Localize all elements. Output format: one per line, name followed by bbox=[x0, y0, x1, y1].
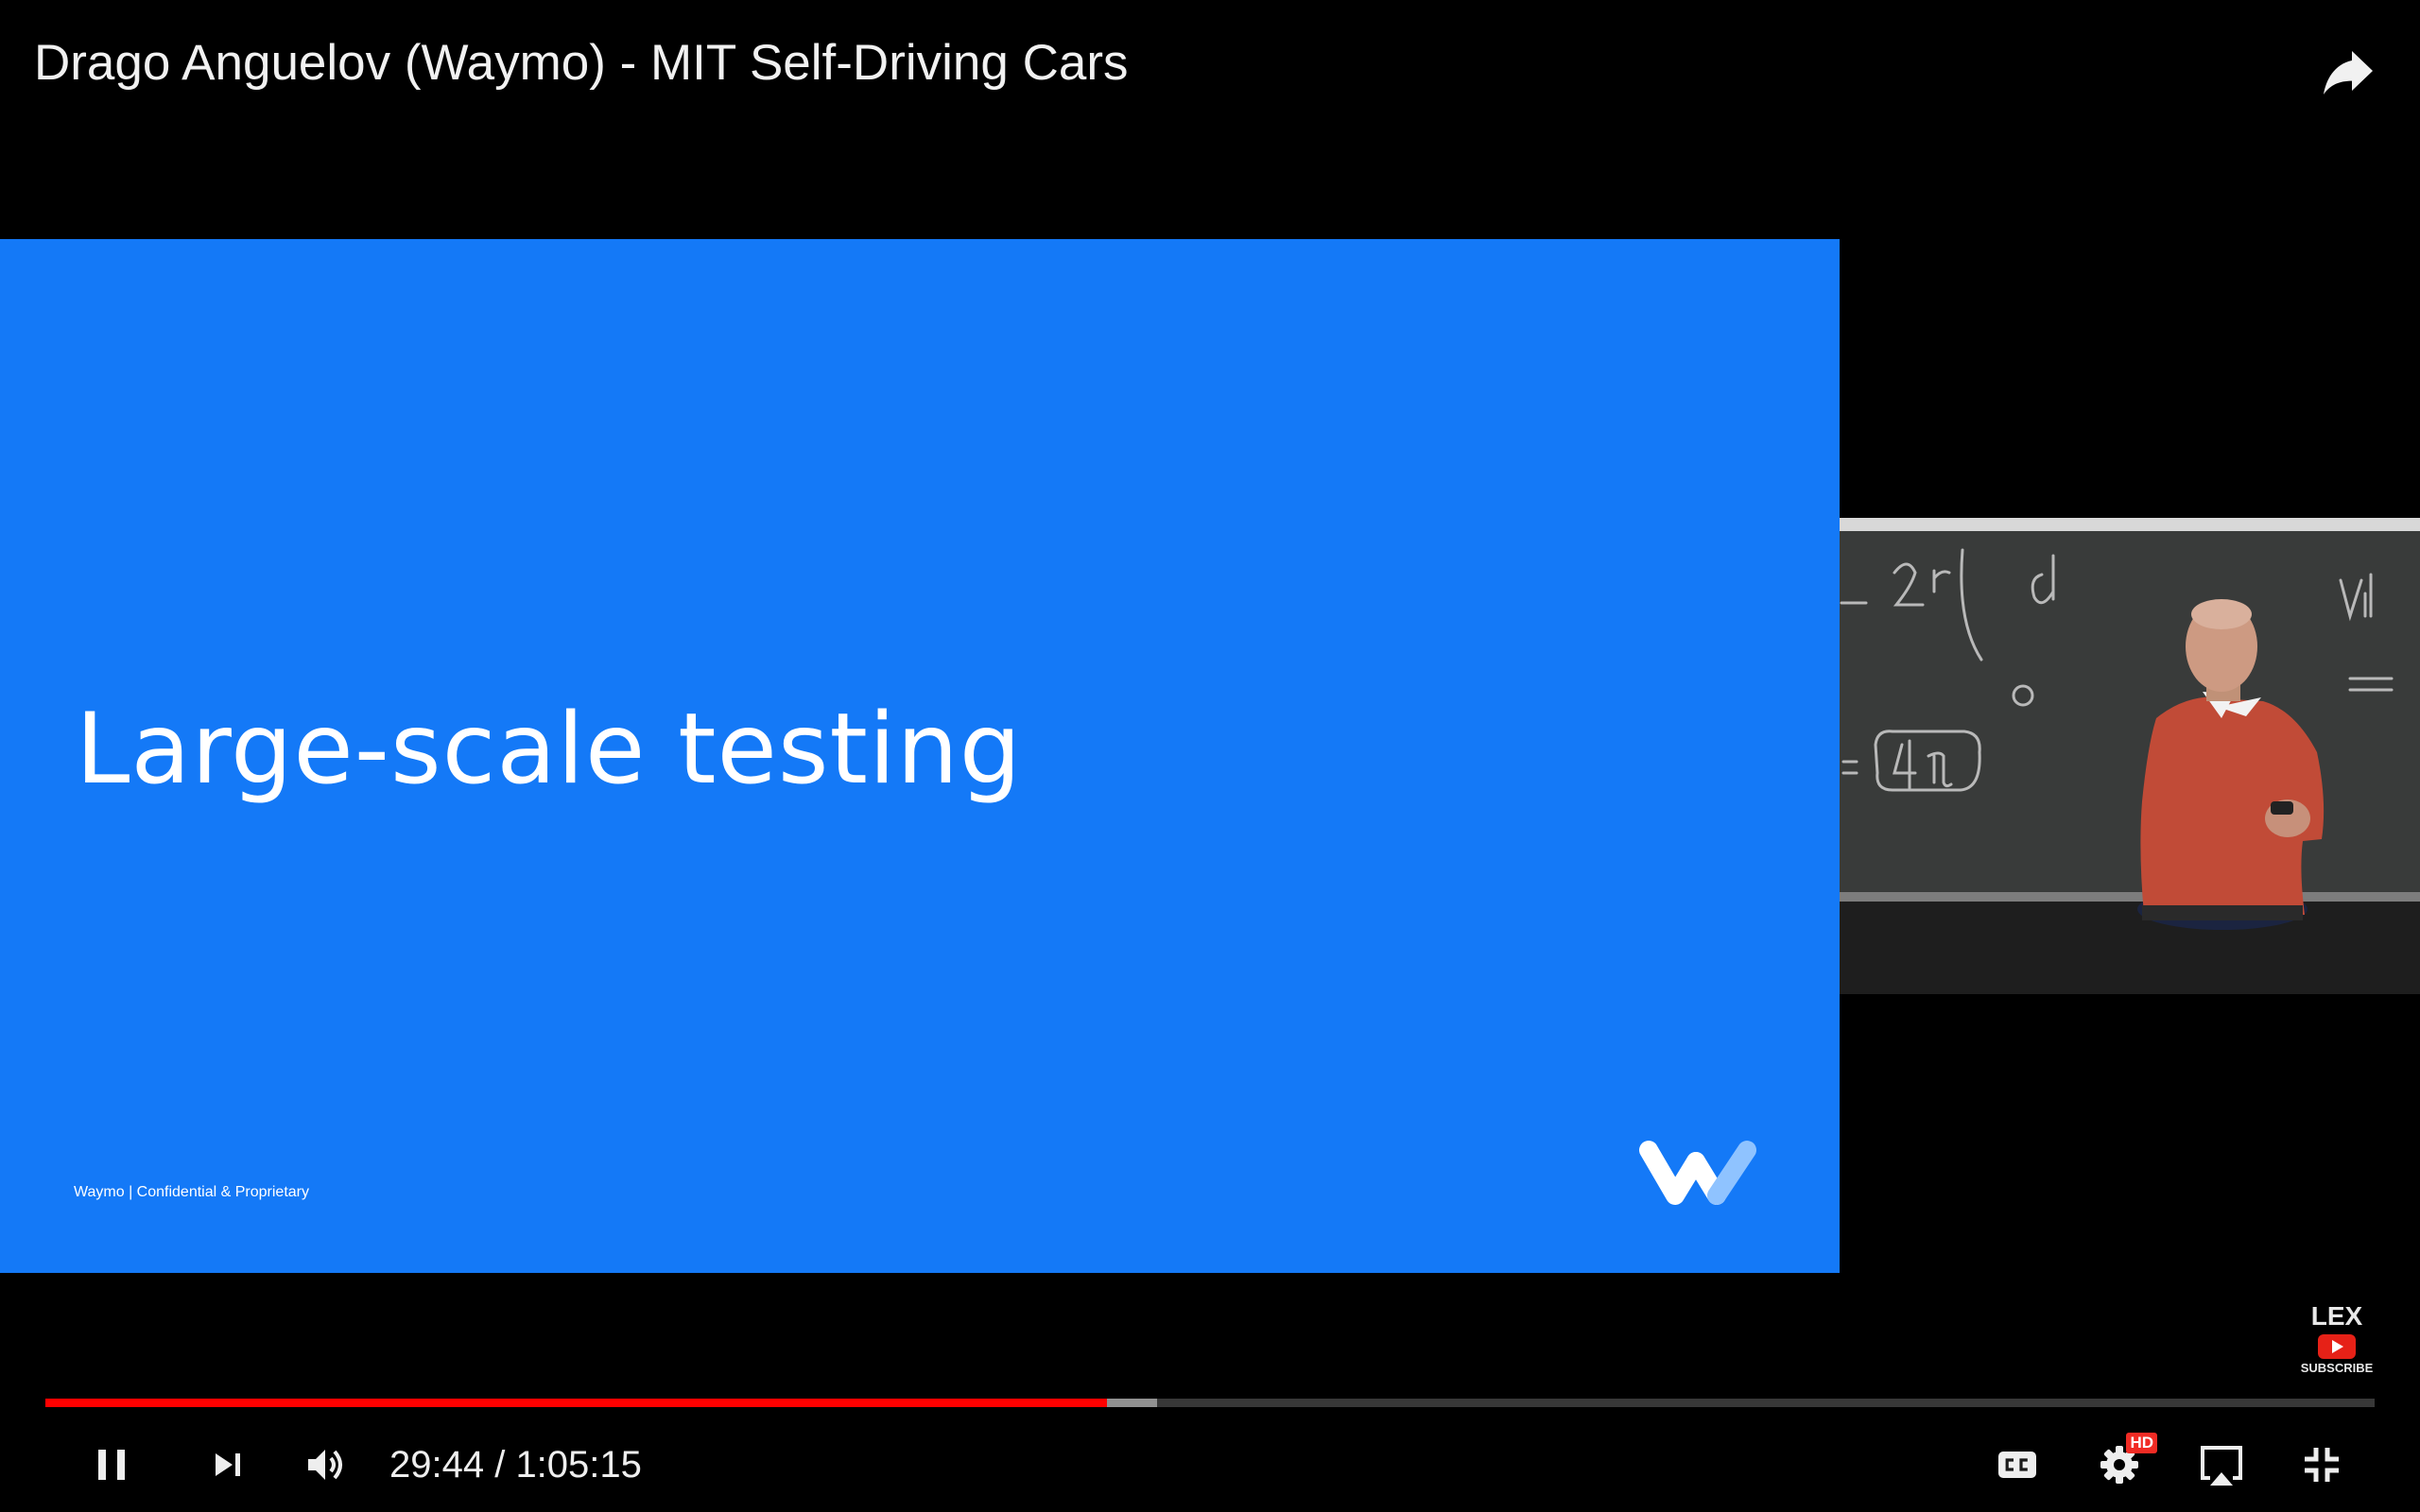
volume-button[interactable] bbox=[291, 1431, 359, 1499]
captions-button[interactable] bbox=[1983, 1431, 2051, 1499]
settings-button[interactable]: HD bbox=[2085, 1431, 2157, 1499]
exit-fullscreen-button[interactable] bbox=[2288, 1431, 2356, 1499]
share-button[interactable] bbox=[2314, 40, 2382, 108]
progress-played bbox=[45, 1399, 1107, 1407]
slide-footer: Waymo | Confidential & Proprietary bbox=[74, 1184, 309, 1200]
exit-fullscreen-icon bbox=[2305, 1448, 2339, 1482]
captions-icon bbox=[1998, 1452, 2036, 1478]
channel-watermark-label: LEX bbox=[2310, 1301, 2363, 1331]
video-player[interactable]: Drago Anguelov (Waymo) - MIT Self-Drivin… bbox=[0, 0, 2420, 1512]
video-title[interactable]: Drago Anguelov (Waymo) - MIT Self-Drivin… bbox=[34, 34, 1129, 92]
hd-badge: HD bbox=[2126, 1433, 2157, 1453]
waymo-logo bbox=[1639, 1141, 1756, 1205]
pause-button[interactable] bbox=[78, 1431, 146, 1499]
control-bar: 29:44 / 1:05:15 HD bbox=[0, 1418, 2420, 1512]
slide-heading: Large-scale testing bbox=[76, 693, 1023, 806]
subscribe-label: SUBSCRIBE bbox=[2300, 1361, 2374, 1375]
speaker-video-inset bbox=[1840, 518, 2420, 994]
speaker-scene bbox=[1840, 518, 2420, 994]
progress-bar[interactable] bbox=[45, 1399, 2375, 1407]
volume-icon bbox=[308, 1450, 342, 1480]
next-icon bbox=[216, 1453, 240, 1476]
time-display: 29:44 / 1:05:15 bbox=[389, 1444, 642, 1486]
channel-subscribe-watermark[interactable]: LEX SUBSCRIBE bbox=[2297, 1301, 2377, 1376]
share-icon bbox=[2324, 51, 2373, 94]
slide: Large-scale testing Waymo | Confidential… bbox=[0, 239, 1840, 1273]
airplay-button[interactable] bbox=[2187, 1431, 2256, 1499]
youtube-play-icon bbox=[2318, 1334, 2356, 1359]
pause-icon bbox=[98, 1450, 125, 1480]
next-button[interactable] bbox=[193, 1431, 261, 1499]
airplay-icon bbox=[2201, 1446, 2242, 1486]
